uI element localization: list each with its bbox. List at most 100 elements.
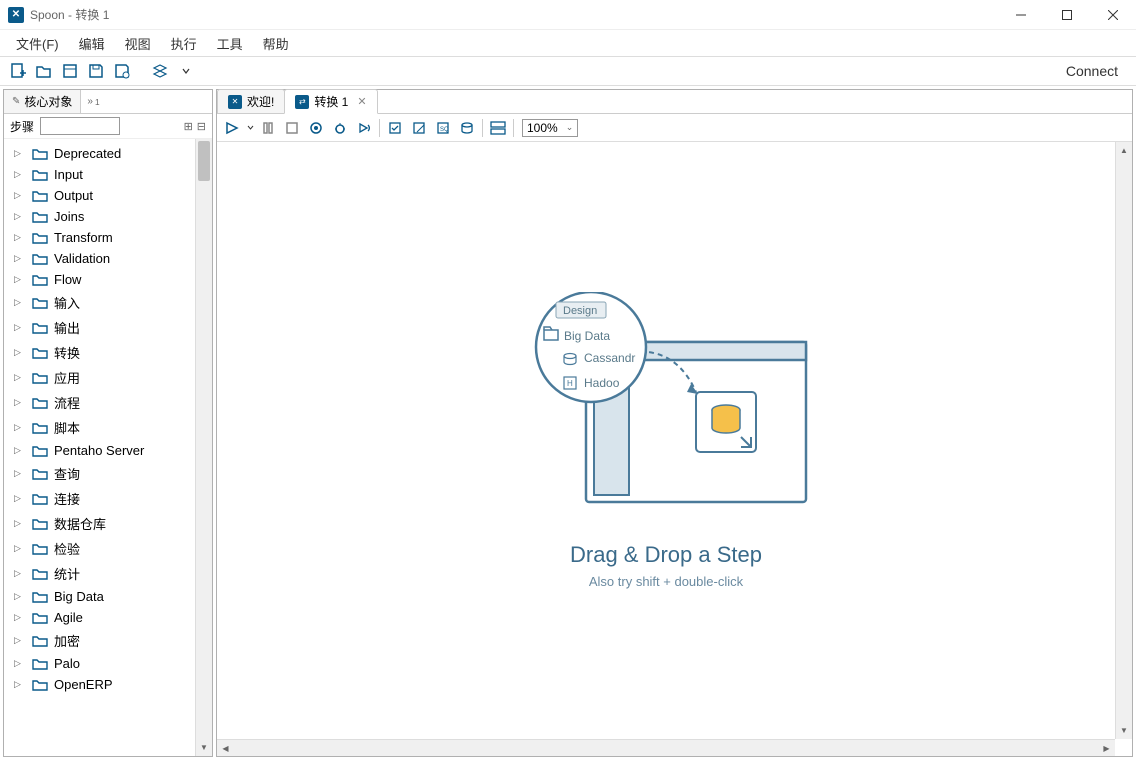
- tree-item[interactable]: ▷ Pentaho Server: [4, 440, 212, 461]
- menu-view[interactable]: 视图: [117, 31, 159, 56]
- scroll-up-icon[interactable]: ▲: [1116, 142, 1132, 159]
- tree-item[interactable]: ▷ 检验: [4, 536, 212, 561]
- tree-item[interactable]: ▷ Output: [4, 185, 212, 206]
- save-as-button[interactable]: [110, 59, 134, 83]
- tree-item-label: Joins: [54, 209, 84, 224]
- tree-item[interactable]: ▷ Validation: [4, 248, 212, 269]
- menu-tools[interactable]: 工具: [209, 31, 251, 56]
- zoom-selector[interactable]: 100% ⌄: [522, 119, 578, 137]
- menu-help[interactable]: 帮助: [255, 31, 297, 56]
- tab-welcome[interactable]: ✕ 欢迎!: [217, 89, 285, 113]
- scroll-right-icon[interactable]: ▶: [1098, 740, 1115, 756]
- menu-edit[interactable]: 编辑: [71, 31, 113, 56]
- expand-icon[interactable]: ▷: [14, 568, 26, 579]
- verify-button[interactable]: [384, 117, 406, 139]
- sql-button[interactable]: SQ: [432, 117, 454, 139]
- editor-tabs: ✕ 欢迎! ⇄ 转换 1 ✕: [217, 90, 1132, 114]
- tree-item[interactable]: ▷ 流程: [4, 390, 212, 415]
- canvas[interactable]: Design Big Data Cassandr H Hadoo: [217, 142, 1132, 756]
- expand-icon[interactable]: ▷: [14, 612, 26, 623]
- connect-button[interactable]: Connect: [1054, 59, 1130, 83]
- perspective-button[interactable]: [148, 59, 172, 83]
- expand-icon[interactable]: ▷: [14, 211, 26, 222]
- canvas-scrollbar-h[interactable]: ◀ ▶: [217, 739, 1115, 756]
- expand-icon[interactable]: ▷: [14, 635, 26, 646]
- pause-button[interactable]: [257, 117, 279, 139]
- expand-icon[interactable]: ▷: [14, 591, 26, 602]
- explore-db-button[interactable]: [456, 117, 478, 139]
- tree-item[interactable]: ▷ Big Data: [4, 586, 212, 607]
- tree-item[interactable]: ▷ 连接: [4, 486, 212, 511]
- preview-button[interactable]: [305, 117, 327, 139]
- expand-icon[interactable]: ▷: [14, 468, 26, 479]
- tree-item[interactable]: ▷ 应用: [4, 365, 212, 390]
- close-tab-icon[interactable]: ✕: [357, 95, 366, 108]
- tree-item[interactable]: ▷ 脚本: [4, 415, 212, 440]
- tree-item[interactable]: ▷ Joins: [4, 206, 212, 227]
- expand-icon[interactable]: ▷: [14, 274, 26, 285]
- expand-icon[interactable]: ▷: [14, 253, 26, 264]
- expand-icon[interactable]: ▷: [14, 347, 26, 358]
- expand-icon[interactable]: ▷: [14, 518, 26, 529]
- tree-item[interactable]: ▷ Agile: [4, 607, 212, 628]
- tree-item[interactable]: ▷ 查询: [4, 461, 212, 486]
- tree-item[interactable]: ▷ 统计: [4, 561, 212, 586]
- sidebar-overflow-indicator[interactable]: »1: [81, 96, 105, 107]
- collapse-all-icon[interactable]: ⊟: [197, 120, 206, 133]
- run-button[interactable]: [221, 117, 243, 139]
- expand-icon[interactable]: ▷: [14, 190, 26, 201]
- tree-item[interactable]: ▷ Palo: [4, 653, 212, 674]
- scroll-down-icon[interactable]: ▼: [1116, 722, 1132, 739]
- open-button[interactable]: [32, 59, 56, 83]
- filter-input[interactable]: [40, 117, 120, 135]
- show-results-button[interactable]: [487, 117, 509, 139]
- expand-icon[interactable]: ▷: [14, 297, 26, 308]
- expand-icon[interactable]: ▷: [14, 232, 26, 243]
- canvas-placeholder: Design Big Data Cassandr H Hadoo: [516, 292, 816, 589]
- expand-icon[interactable]: ▷: [14, 322, 26, 333]
- replay-button[interactable]: [353, 117, 375, 139]
- expand-icon[interactable]: ▷: [14, 658, 26, 669]
- expand-icon[interactable]: ▷: [14, 397, 26, 408]
- expand-icon[interactable]: ▷: [14, 679, 26, 690]
- run-dropdown[interactable]: [245, 117, 255, 139]
- scroll-thumb[interactable]: [198, 141, 210, 181]
- new-file-button[interactable]: [6, 59, 30, 83]
- expand-all-icon[interactable]: ⊞: [184, 120, 193, 133]
- menu-run[interactable]: 执行: [163, 31, 205, 56]
- tab-trans-1[interactable]: ⇄ 转换 1 ✕: [284, 89, 377, 114]
- tree-item[interactable]: ▷ 加密: [4, 628, 212, 653]
- expand-icon[interactable]: ▷: [14, 148, 26, 159]
- debug-button[interactable]: [329, 117, 351, 139]
- perspective-dropdown[interactable]: [174, 59, 198, 83]
- stop-button[interactable]: [281, 117, 303, 139]
- save-button[interactable]: [84, 59, 108, 83]
- scroll-down-icon[interactable]: ▼: [196, 739, 212, 756]
- tree-item[interactable]: ▷ 输出: [4, 315, 212, 340]
- tree-item[interactable]: ▷ Deprecated: [4, 143, 212, 164]
- close-button[interactable]: [1090, 0, 1136, 30]
- maximize-button[interactable]: [1044, 0, 1090, 30]
- expand-icon[interactable]: ▷: [14, 372, 26, 383]
- explore-button[interactable]: [58, 59, 82, 83]
- tree-item[interactable]: ▷ Input: [4, 164, 212, 185]
- menu-file[interactable]: 文件(F): [8, 31, 67, 56]
- canvas-scrollbar-v[interactable]: ▲ ▼: [1115, 142, 1132, 739]
- sidebar-scrollbar[interactable]: ▲ ▼: [195, 139, 212, 756]
- expand-icon[interactable]: ▷: [14, 169, 26, 180]
- tree-item[interactable]: ▷ OpenERP: [4, 674, 212, 695]
- tree-item[interactable]: ▷ Flow: [4, 269, 212, 290]
- impact-button[interactable]: [408, 117, 430, 139]
- sidebar-tab-core[interactable]: ✎ 核心对象: [4, 90, 81, 113]
- folder-icon: [32, 421, 48, 435]
- minimize-button[interactable]: [998, 0, 1044, 30]
- scroll-left-icon[interactable]: ◀: [217, 740, 234, 756]
- expand-icon[interactable]: ▷: [14, 445, 26, 456]
- tree-item[interactable]: ▷ 输入: [4, 290, 212, 315]
- expand-icon[interactable]: ▷: [14, 422, 26, 433]
- tree-item[interactable]: ▷ Transform: [4, 227, 212, 248]
- tree-item[interactable]: ▷ 数据仓库: [4, 511, 212, 536]
- expand-icon[interactable]: ▷: [14, 493, 26, 504]
- expand-icon[interactable]: ▷: [14, 543, 26, 554]
- tree-item[interactable]: ▷ 转换: [4, 340, 212, 365]
